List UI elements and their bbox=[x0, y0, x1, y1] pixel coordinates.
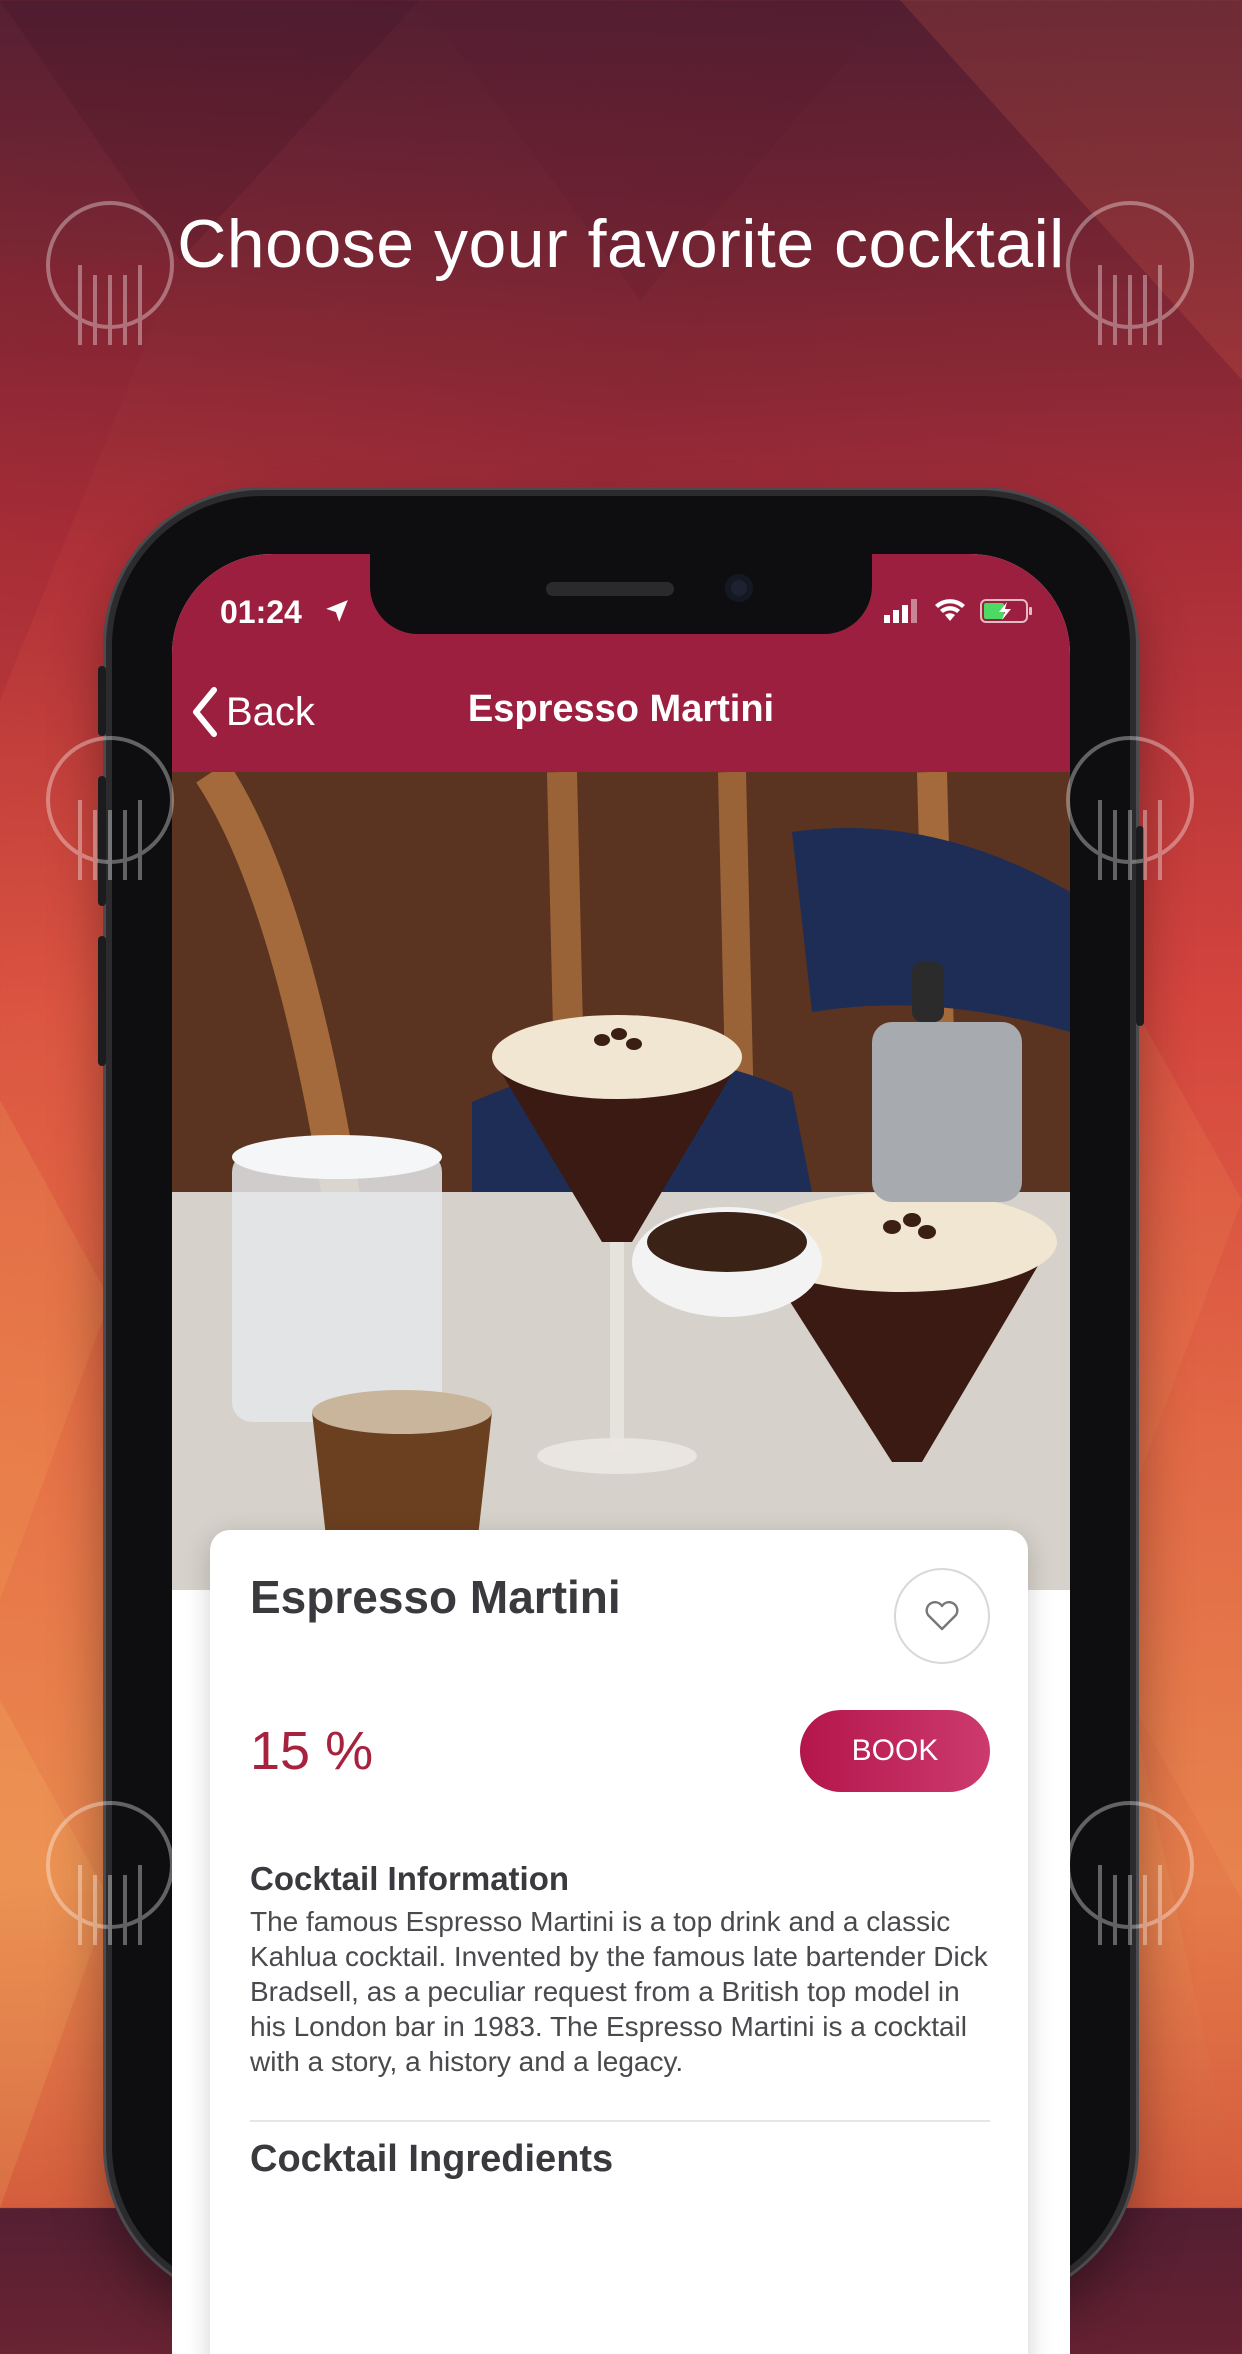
favorite-button[interactable] bbox=[894, 1568, 990, 1664]
status-time: 01:24 bbox=[220, 594, 302, 630]
watermark-logo bbox=[1066, 201, 1194, 345]
app-header: 01:24 Back Espresso Martini bbox=[172, 554, 1070, 772]
info-heading: Cocktail Information bbox=[250, 1860, 570, 1897]
phone-notch bbox=[370, 554, 872, 634]
water-glass bbox=[232, 1135, 442, 1422]
watermark-logo bbox=[1066, 736, 1194, 880]
ingredients-heading: Cocktail Ingredients bbox=[250, 2138, 614, 2180]
wifi-icon bbox=[935, 599, 965, 621]
speaker-grille bbox=[546, 582, 674, 596]
app-screen: 01:24 Back Espresso Martini Espresso Mar… bbox=[172, 554, 1070, 2354]
nav-title: Espresso Martini bbox=[467, 688, 775, 730]
cocktail-photo[interactable] bbox=[172, 772, 1070, 1590]
discount-value: 15 % bbox=[250, 1721, 374, 1781]
phone-volume-down bbox=[98, 936, 106, 1066]
phone-mockup: 01:24 Back Espresso Martini Espresso Mar… bbox=[98, 496, 1144, 2354]
cocktail-detail-card: Espresso Martini 15 % BOOK Cocktail Info… bbox=[210, 1530, 1028, 2354]
promo-title: Choose your favorite cocktail bbox=[177, 206, 1065, 282]
front-camera bbox=[725, 574, 753, 602]
status-icons bbox=[884, 598, 1034, 624]
watermark-logo bbox=[46, 736, 174, 880]
section-divider bbox=[250, 2120, 990, 2122]
watermark-logo bbox=[46, 201, 174, 345]
signal-icon bbox=[884, 599, 917, 623]
phone-side-button bbox=[98, 666, 106, 736]
coffee-bean-bowl bbox=[632, 1207, 822, 1317]
info-text: The famous Espresso Martini is a top dri… bbox=[250, 1906, 988, 2077]
watermark-logo bbox=[1066, 1801, 1194, 1945]
cocktail-title: Espresso Martini bbox=[250, 1571, 621, 1623]
watermark-logo bbox=[46, 1801, 174, 1945]
location-arrow-icon bbox=[326, 600, 348, 622]
battery-charging-icon bbox=[980, 599, 1032, 623]
cocktail-photo-illustration bbox=[172, 772, 1070, 1590]
book-button[interactable]: BOOK bbox=[800, 1710, 990, 1792]
heart-icon bbox=[925, 1601, 959, 1631]
